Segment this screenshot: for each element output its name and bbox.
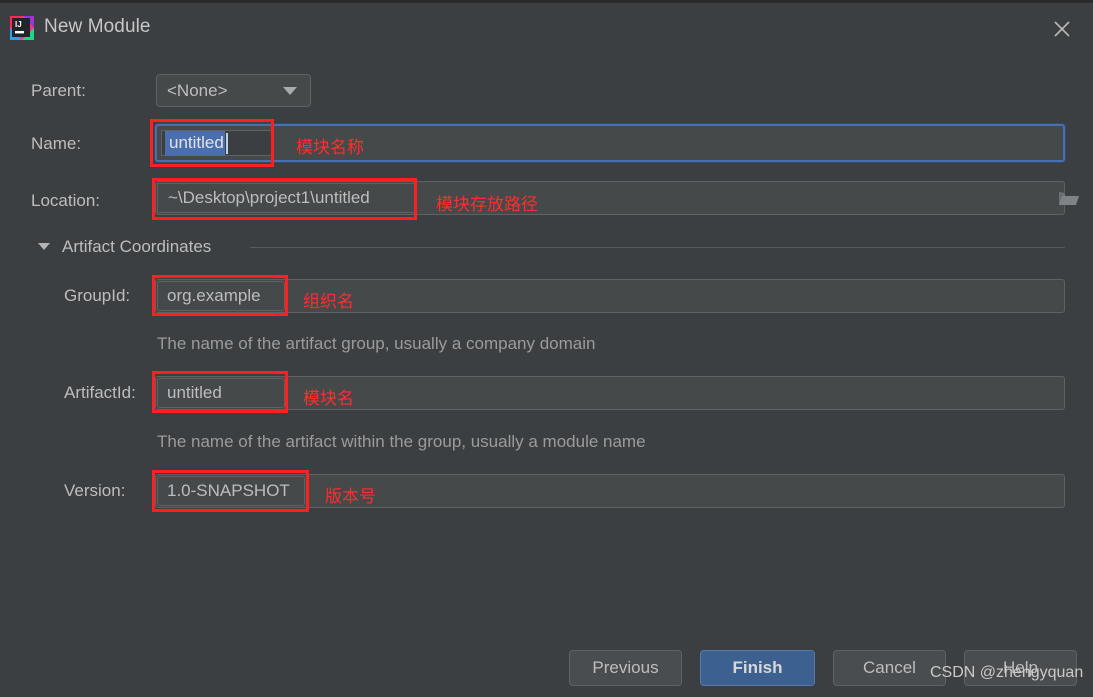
parent-dropdown-value: <None> — [167, 80, 228, 100]
close-icon — [1054, 21, 1070, 37]
version-input-value-box[interactable]: 1.0-SNAPSHOT — [157, 476, 305, 506]
artifact-id-input-value: untitled — [167, 383, 222, 402]
window-title: New Module — [44, 16, 151, 37]
artifact-coordinates-toggle-icon[interactable] — [38, 243, 50, 250]
version-input-value: 1.0-SNAPSHOT — [167, 481, 290, 500]
location-label: Location: — [31, 191, 100, 210]
location-input-value: ~\Desktop\project1\untitled — [157, 183, 415, 213]
artifact-id-input-value-box[interactable]: untitled — [157, 378, 285, 408]
name-input[interactable] — [155, 124, 1065, 162]
svg-text:IJ: IJ — [15, 20, 22, 29]
previous-button-label: Previous — [592, 658, 659, 677]
title-bar: IJ New Module — [0, 0, 1093, 50]
group-id-label: GroupId: — [64, 286, 131, 305]
group-id-input-value: org.example — [167, 286, 261, 305]
folder-open-icon[interactable] — [1058, 189, 1080, 207]
artifact-id-input[interactable] — [155, 376, 1065, 410]
close-window-button[interactable] — [1045, 13, 1079, 45]
section-divider — [250, 247, 1065, 248]
artifact-id-label: ArtifactId: — [64, 383, 136, 402]
name-input-value: untitled — [165, 130, 225, 156]
group-id-hint: The name of the artifact group, usually … — [157, 334, 596, 353]
finish-button[interactable]: Finish — [700, 650, 815, 686]
group-id-input-value-box[interactable]: org.example — [157, 281, 285, 311]
group-id-annotation: 组织名 — [303, 292, 354, 311]
name-label: Name: — [31, 134, 82, 153]
cancel-button-label: Cancel — [863, 658, 916, 677]
parent-dropdown[interactable]: <None> — [156, 74, 311, 107]
parent-label: Parent: — [31, 81, 86, 100]
artifact-id-annotation: 模块名 — [303, 389, 354, 408]
finish-button-label: Finish — [732, 658, 783, 677]
artifact-id-hint: The name of the artifact within the grou… — [157, 432, 646, 451]
group-id-input[interactable] — [155, 279, 1065, 313]
watermark: CSDN @zhengyquan — [930, 664, 1084, 681]
artifact-coordinates-label: Artifact Coordinates — [62, 237, 212, 256]
version-annotation: 版本号 — [325, 487, 376, 506]
intellij-idea-icon: IJ — [10, 16, 34, 40]
name-annotation: 模块名称 — [296, 138, 364, 157]
text-caret — [225, 132, 228, 154]
location-annotation: 模块存放路径 — [436, 195, 538, 214]
previous-button[interactable]: Previous — [569, 650, 682, 686]
chevron-down-icon — [283, 86, 297, 95]
version-label: Version: — [64, 481, 126, 500]
name-input-text-area[interactable]: untitled — [161, 130, 274, 156]
new-module-dialog: IJ New Module Parent: <None> Name: untit… — [0, 0, 1093, 697]
